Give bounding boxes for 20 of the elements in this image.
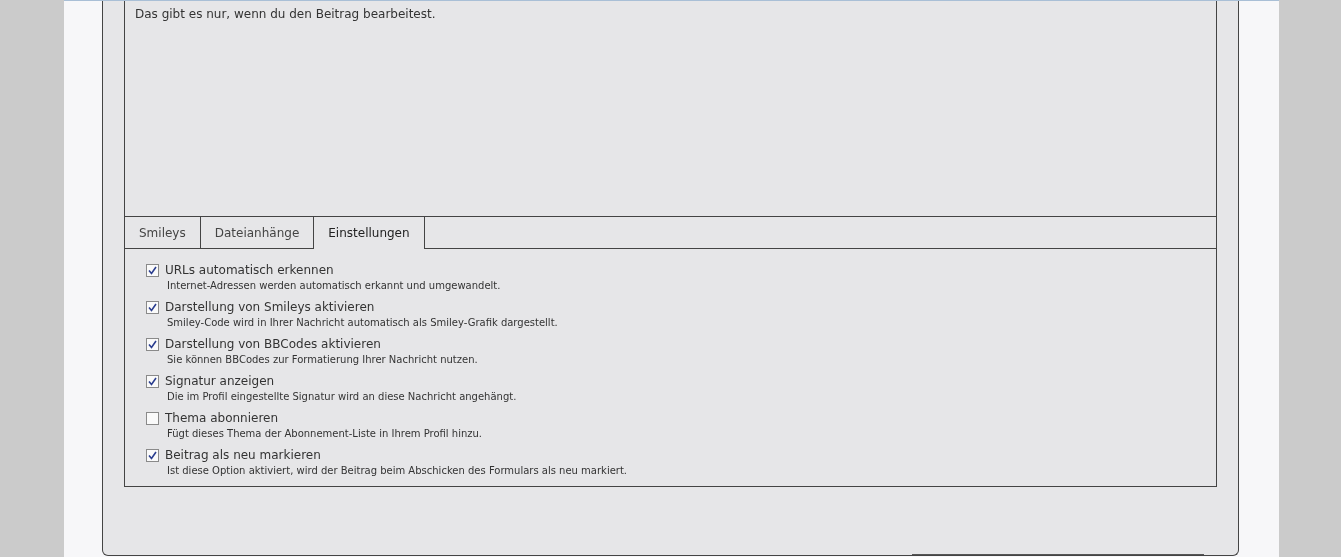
- option-label[interactable]: Darstellung von Smileys aktivieren: [165, 300, 375, 314]
- checkbox[interactable]: [146, 411, 159, 425]
- checkbox[interactable]: [146, 337, 159, 351]
- checkbox[interactable]: [146, 374, 159, 388]
- option-label[interactable]: Signatur anzeigen: [165, 374, 275, 388]
- option-description: Smiley-Code wird in Ihrer Nachricht automatisch als Smiley-Grafik dargestellt.: [167, 317, 559, 328]
- checkbox[interactable]: [146, 263, 159, 277]
- tab[interactable]: Einstellungen: [314, 217, 425, 249]
- checkbox[interactable]: [146, 448, 159, 462]
- option-label[interactable]: Thema abonnieren: [165, 411, 279, 425]
- checkbox[interactable]: [146, 300, 159, 314]
- option-label[interactable]: Beitrag als neu markieren: [165, 448, 321, 462]
- option-description: Die im Profil eingestellte Signatur wird an diese Nachricht angehängt.: [167, 391, 518, 402]
- option-label[interactable]: Darstellung von BBCodes aktivieren: [165, 337, 381, 351]
- message-textarea[interactable]: Das gibt es nur, wenn du den Beitrag bearbeitest.: [125, 1, 1216, 216]
- option-description: Fügt dieses Thema der Abonnement-Liste in Ihrem Profil hinzu.: [167, 428, 484, 439]
- option-description: Ist diese Option aktiviert, wird der Beitrag beim Abschicken des Formulars als neu markiert.: [167, 465, 629, 476]
- option-label[interactable]: URLs automatisch erkennen: [165, 263, 334, 277]
- option-description: Internet-Adressen werden automatisch erkannt und umgewandelt.: [167, 280, 502, 291]
- option-description: Sie können BBCodes zur Formatierung Ihrer Nachricht nutzen.: [167, 354, 479, 365]
